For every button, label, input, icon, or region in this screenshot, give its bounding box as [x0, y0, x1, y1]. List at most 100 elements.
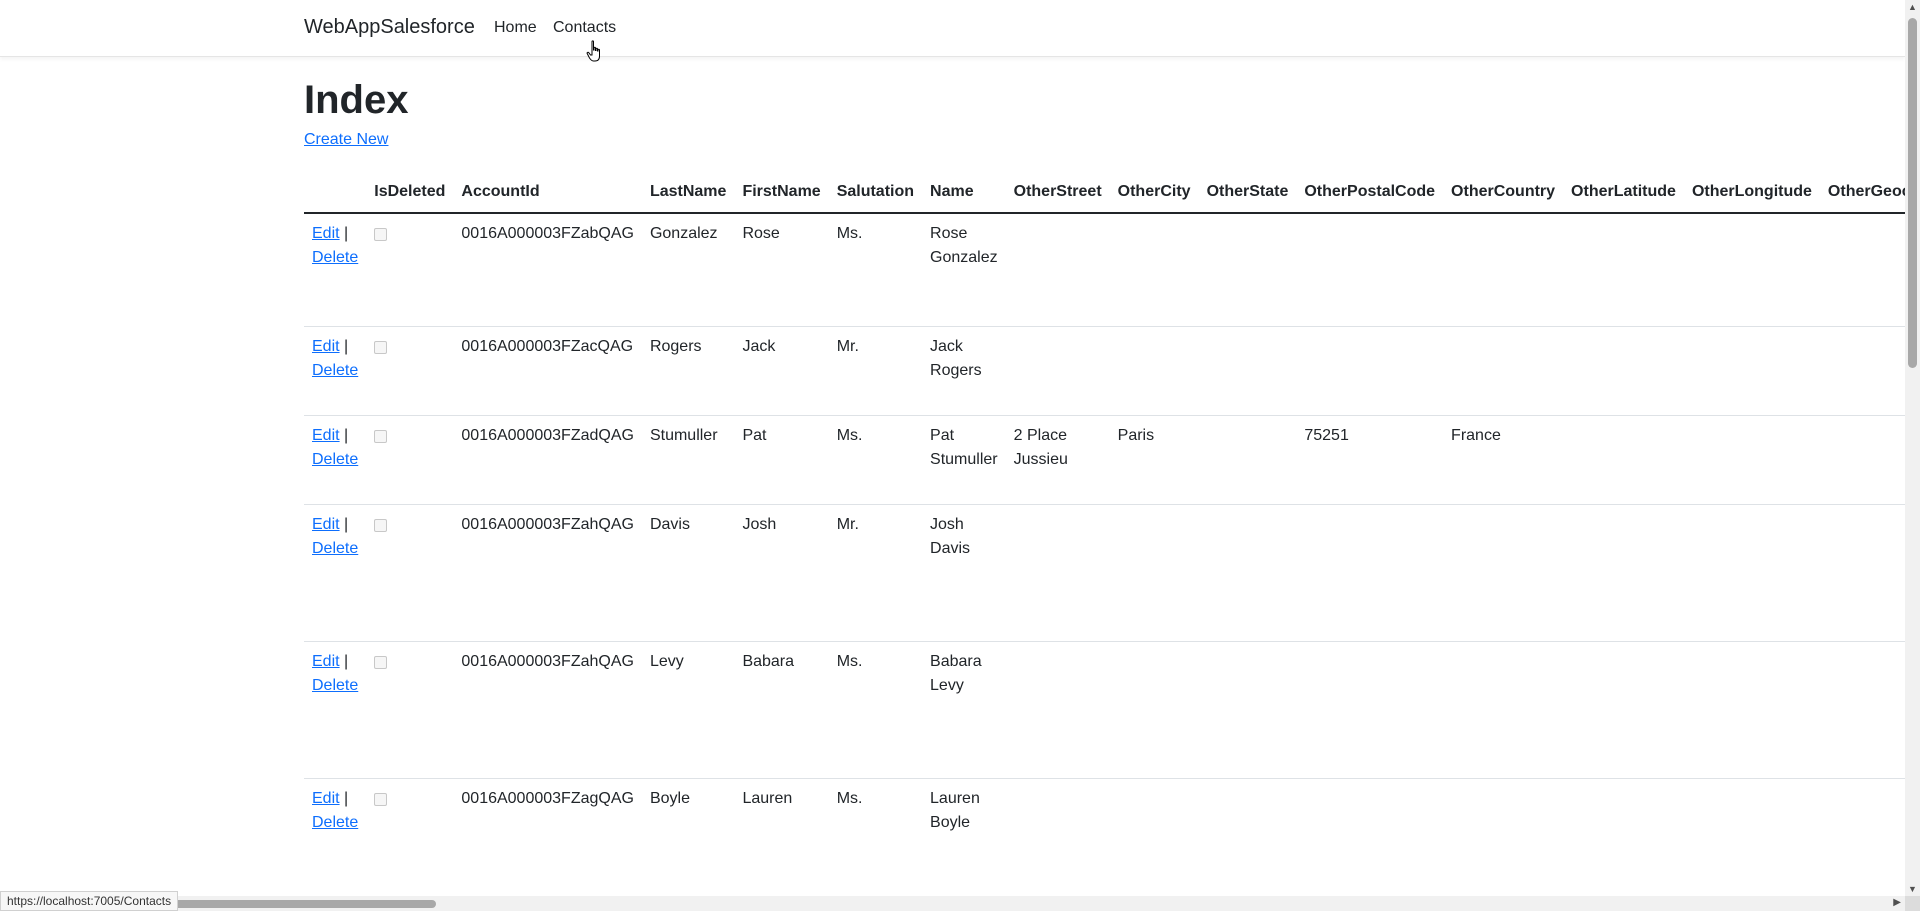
name-line: Pat	[930, 426, 955, 444]
accountid-cell: 0016A000003FZadQAG	[453, 415, 642, 505]
brand-link[interactable]: WebAppSalesforce	[304, 16, 475, 39]
lastname-cell: Levy	[641, 641, 735, 779]
otherstate-cell	[1198, 641, 1297, 779]
name-line: Lauren	[930, 789, 980, 807]
othergeocode-cell	[1819, 504, 1905, 642]
otherstreet-cell: 2 Place Jussieu	[1005, 415, 1110, 505]
isdeleted-checkbox[interactable]	[374, 429, 388, 443]
otherlatitude-cell	[1563, 778, 1684, 891]
edit-link[interactable]: Edit	[312, 790, 340, 807]
othercity-cell	[1109, 326, 1199, 416]
delete-link[interactable]: Delete	[312, 540, 358, 557]
top-navbar: WebAppSalesforce Home Contacts	[0, 0, 1905, 62]
othergeocode-cell	[1819, 326, 1905, 416]
street-line: 2 Place	[1013, 426, 1067, 444]
delete-link[interactable]: Delete	[312, 451, 358, 468]
accountid-cell: 0016A000003FZagQAG	[453, 778, 642, 891]
vertical-scrollbar[interactable]: ▲ ▼	[1905, 0, 1920, 896]
column-header-isdeleted: IsDeleted	[366, 172, 454, 214]
page-title: Index	[304, 78, 409, 122]
otherstate-cell	[1198, 415, 1297, 505]
lastname-cell: Boyle	[641, 778, 735, 891]
name-line: Rose	[930, 225, 968, 242]
column-header-othergeocodeaccuracy: OtherGeocodeAccuracy	[1819, 172, 1905, 214]
otherstreet-cell	[1005, 641, 1110, 779]
edit-link[interactable]: Edit	[312, 427, 340, 444]
isdeleted-checkbox[interactable]	[374, 340, 388, 354]
delete-link[interactable]: Delete	[312, 249, 358, 266]
firstname-cell: Pat	[734, 415, 829, 505]
otherstreet-cell	[1005, 213, 1110, 327]
table-row: Edit | Delete 0016A000003FZabQAG Gonzalez…	[304, 213, 1905, 327]
othercountry-cell	[1443, 504, 1564, 642]
othercountry-cell: France	[1443, 415, 1564, 505]
othercity-cell	[1109, 641, 1199, 779]
delete-link[interactable]: Delete	[312, 814, 358, 831]
otherpostalcode-cell	[1296, 326, 1444, 416]
otherlongitude-cell	[1683, 213, 1820, 327]
name-cell: Jack Rogers	[922, 326, 1006, 416]
isdeleted-cell	[366, 326, 454, 416]
accountid-cell: 0016A000003FZabQAG	[453, 213, 642, 327]
nav-link-contacts[interactable]: Contacts	[553, 19, 616, 37]
create-new-link[interactable]: Create New	[304, 131, 388, 149]
vertical-scroll-thumb[interactable]	[1908, 18, 1917, 368]
action-separator: |	[344, 225, 349, 242]
row-actions: Edit | Delete	[304, 415, 367, 505]
lastname-cell: Rogers	[641, 326, 735, 416]
otherlatitude-cell	[1563, 641, 1684, 779]
scrollbar-corner	[1905, 896, 1920, 911]
firstname-cell: Josh	[734, 504, 829, 642]
isdeleted-checkbox[interactable]	[374, 228, 388, 241]
delete-link[interactable]: Delete	[312, 362, 358, 379]
otherlongitude-cell	[1683, 326, 1820, 416]
edit-link[interactable]: Edit	[312, 653, 340, 670]
name-cell: Pat Stumuller	[922, 415, 1006, 505]
scroll-down-arrow-icon[interactable]: ▼	[1908, 884, 1917, 894]
table-row: Edit | Delete 0016A000003FZadQAG Stumulle…	[304, 415, 1905, 505]
isdeleted-checkbox[interactable]	[374, 792, 388, 806]
othergeocode-cell	[1819, 415, 1905, 505]
isdeleted-checkbox[interactable]	[374, 518, 388, 532]
scroll-right-arrow-icon[interactable]: ▶	[1893, 897, 1901, 908]
row-actions: Edit | Delete	[304, 641, 367, 779]
othercity-cell	[1109, 778, 1199, 891]
name-line: Rogers	[930, 361, 982, 379]
otherstate-cell	[1198, 213, 1297, 327]
edit-link[interactable]: Edit	[312, 338, 340, 355]
othergeocode-cell	[1819, 778, 1905, 891]
firstname-cell: Lauren	[734, 778, 829, 891]
otherlongitude-cell	[1683, 778, 1820, 891]
name-line: Boyle	[930, 813, 971, 831]
horizontal-scrollbar[interactable]: ▶	[0, 896, 1905, 911]
otherstreet-cell	[1005, 504, 1110, 642]
otherstate-cell	[1198, 326, 1297, 416]
lastname-cell: Gonzalez	[641, 213, 735, 327]
accountid-cell: 0016A000003FZahQAG	[453, 641, 642, 779]
name-line: Babara	[930, 652, 982, 670]
salutation-cell: Ms.	[828, 415, 923, 505]
edit-link[interactable]: Edit	[312, 225, 340, 242]
table-row: Edit | Delete 0016A000003FZacQAG Rogers J…	[304, 326, 1905, 416]
salutation-cell: Mr.	[828, 504, 923, 642]
column-header-accountid: AccountId	[453, 172, 642, 214]
name-line: Davis	[930, 539, 971, 557]
column-header-othercountry: OtherCountry	[1443, 172, 1564, 214]
otherpostalcode-cell	[1296, 641, 1444, 779]
name-line: Josh	[930, 515, 964, 533]
isdeleted-cell	[366, 415, 454, 505]
otherlatitude-cell	[1563, 504, 1684, 642]
isdeleted-checkbox[interactable]	[374, 655, 388, 669]
name-cell: Rose Gonzalez	[922, 213, 1006, 327]
othercountry-cell	[1443, 778, 1564, 891]
isdeleted-cell	[366, 641, 454, 779]
delete-link[interactable]: Delete	[312, 677, 358, 694]
otherlatitude-cell	[1563, 415, 1684, 505]
nav-link-home[interactable]: Home	[494, 19, 537, 37]
column-header-name: Name	[922, 172, 1006, 214]
otherstreet-cell	[1005, 778, 1110, 891]
scroll-up-arrow-icon[interactable]: ▲	[1908, 2, 1917, 12]
edit-link[interactable]: Edit	[312, 516, 340, 533]
column-header-actions	[304, 172, 367, 214]
contacts-table: IsDeleted AccountId LastName FirstName S…	[304, 172, 1905, 891]
